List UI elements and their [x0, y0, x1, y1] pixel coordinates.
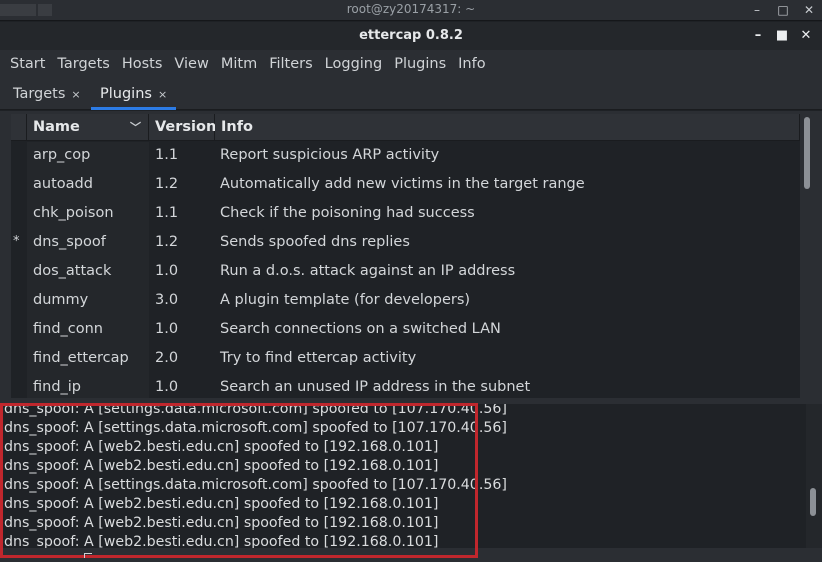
active-mark: * [13, 234, 20, 249]
log-line: dns_spoof: A [web2.besti.edu.cn] spoofed… [4, 439, 439, 455]
mouse-cursor-icon [84, 553, 92, 558]
table-row[interactable]: find_ip 1.0 Search an unused IP address … [11, 374, 800, 398]
terminal-close-button[interactable]: ✕ [796, 0, 822, 21]
plugin-name: find_conn [27, 316, 149, 345]
plugin-info: Search an unused IP address in the subne… [220, 379, 531, 395]
plugin-version: 1.0 [155, 263, 179, 279]
menu-bar: Start Targets Hosts View Mitm Filters Lo… [0, 50, 822, 80]
menu-plugins[interactable]: Plugins [388, 50, 452, 80]
table-row[interactable]: * dns_spoof 1.2 Sends spoofed dns replie… [11, 229, 800, 258]
terminal-maximize-button[interactable]: □ [770, 0, 796, 21]
tab-targets[interactable]: Targets × [13, 86, 81, 110]
plugin-version: 2.0 [155, 350, 179, 366]
plugin-info: Search connections on a switched LAN [220, 321, 501, 337]
tab-plugins[interactable]: Plugins × [91, 86, 177, 110]
table-row[interactable]: find_conn 1.0 Search connections on a sw… [11, 316, 800, 345]
plugin-info: Check if the poisoning had success [220, 205, 475, 221]
plugins-panel: Name ﹀ Version Info arp_cop 1.1 Report s… [0, 111, 822, 400]
plugins-table[interactable]: Name ﹀ Version Info arp_cop 1.1 Report s… [11, 114, 800, 398]
log-output[interactable]: dns_spoof: A [settings.data.microsoft.co… [0, 404, 822, 562]
log-line: dns_spoof: A [web2.besti.edu.cn] spoofed… [4, 515, 439, 531]
plugin-version: 1.0 [155, 379, 179, 395]
table-row[interactable]: dos_attack 1.0 Run a d.o.s. attack again… [11, 258, 800, 287]
log-line: dns_spoof: A [web2.besti.edu.cn] spoofed… [4, 458, 439, 474]
column-header-info[interactable]: Info [215, 114, 800, 141]
table-row[interactable]: dummy 3.0 A plugin template (for develop… [11, 287, 800, 316]
plugin-version: 3.0 [155, 292, 179, 308]
plugin-name: autoadd [27, 171, 149, 200]
plugin-name: dos_attack [27, 258, 149, 287]
log-scrollbar[interactable] [806, 404, 822, 550]
plugin-name: arp_cop [27, 142, 149, 171]
menu-logging[interactable]: Logging [319, 50, 389, 80]
menu-start[interactable]: Start [4, 50, 51, 80]
plugin-info: Sends spoofed dns replies [220, 234, 410, 250]
window-title: ettercap 0.8.2 [359, 28, 463, 43]
plugin-version: 1.1 [155, 205, 179, 221]
column-header-mark[interactable] [11, 114, 27, 141]
plugin-info: Run a d.o.s. attack against an IP addres… [220, 263, 516, 279]
plugin-name: dns_spoof [27, 229, 149, 258]
plugin-info: Report suspicious ARP activity [220, 147, 440, 163]
plugin-name: find_ettercap [27, 345, 149, 374]
menu-targets[interactable]: Targets [51, 50, 115, 80]
tab-targets-close-icon[interactable]: × [71, 88, 80, 101]
log-line: dns_spoof: A [settings.data.microsoft.co… [4, 404, 507, 417]
plugin-name: find_ip [27, 374, 149, 398]
menu-view[interactable]: View [168, 50, 214, 80]
terminal-title: root@zy20174317: ~ [346, 2, 476, 16]
table-row[interactable]: chk_poison 1.1 Check if the poisoning ha… [11, 200, 800, 229]
log-line: dns_spoof: A [settings.data.microsoft.co… [4, 477, 507, 493]
plugin-name: dummy [27, 287, 149, 316]
log-line: dns_spoof: A [web2.besti.edu.cn] spoofed… [4, 496, 439, 512]
tab-plugins-close-icon[interactable]: × [158, 88, 167, 101]
tab-targets-label: Targets [13, 86, 66, 102]
table-row[interactable]: arp_cop 1.1 Report suspicious ARP activi… [11, 142, 800, 171]
plugin-name: chk_poison [27, 200, 149, 229]
column-header-version[interactable]: Version [149, 114, 216, 141]
tab-plugins-label: Plugins [100, 86, 152, 102]
status-strip [0, 548, 822, 562]
plugin-info: Try to find ettercap activity [220, 350, 417, 366]
menu-info[interactable]: Info [452, 50, 491, 80]
plugin-version: 1.1 [155, 147, 179, 163]
log-scrollbar-thumb[interactable] [810, 488, 816, 516]
plugin-version: 1.2 [155, 234, 179, 250]
chevron-down-icon: ﹀ [130, 121, 141, 134]
menu-hosts[interactable]: Hosts [116, 50, 169, 80]
log-line: dns_spoof: A [settings.data.microsoft.co… [4, 420, 507, 436]
table-row[interactable]: find_ettercap 2.0 Try to find ettercap a… [11, 345, 800, 374]
plugin-version: 1.2 [155, 176, 179, 192]
plugin-info: A plugin template (for developers) [220, 292, 471, 308]
plugins-scrollbar-thumb[interactable] [804, 117, 810, 189]
menu-filters[interactable]: Filters [263, 50, 318, 80]
menu-mitm[interactable]: Mitm [215, 50, 263, 80]
window-titlebar: ettercap 0.8.2 – ■ ✕ [0, 22, 822, 50]
terminal-titlebar: root@zy20174317: ~ – □ ✕ [0, 0, 822, 21]
plugins-scrollbar[interactable] [801, 114, 813, 398]
window-close-button[interactable]: ✕ [794, 26, 818, 46]
plugin-info: Automatically add new victims in the tar… [220, 176, 585, 192]
table-row[interactable]: autoadd 1.2 Automatically add new victim… [11, 171, 800, 200]
column-header-name[interactable]: Name ﹀ [27, 114, 149, 141]
terminal-minimize-button[interactable]: – [744, 0, 770, 21]
plugin-version: 1.0 [155, 321, 179, 337]
window-minimize-button[interactable]: – [746, 26, 770, 46]
tab-bar: Targets × Plugins × [0, 80, 822, 110]
window-maximize-button[interactable]: ■ [770, 26, 794, 46]
